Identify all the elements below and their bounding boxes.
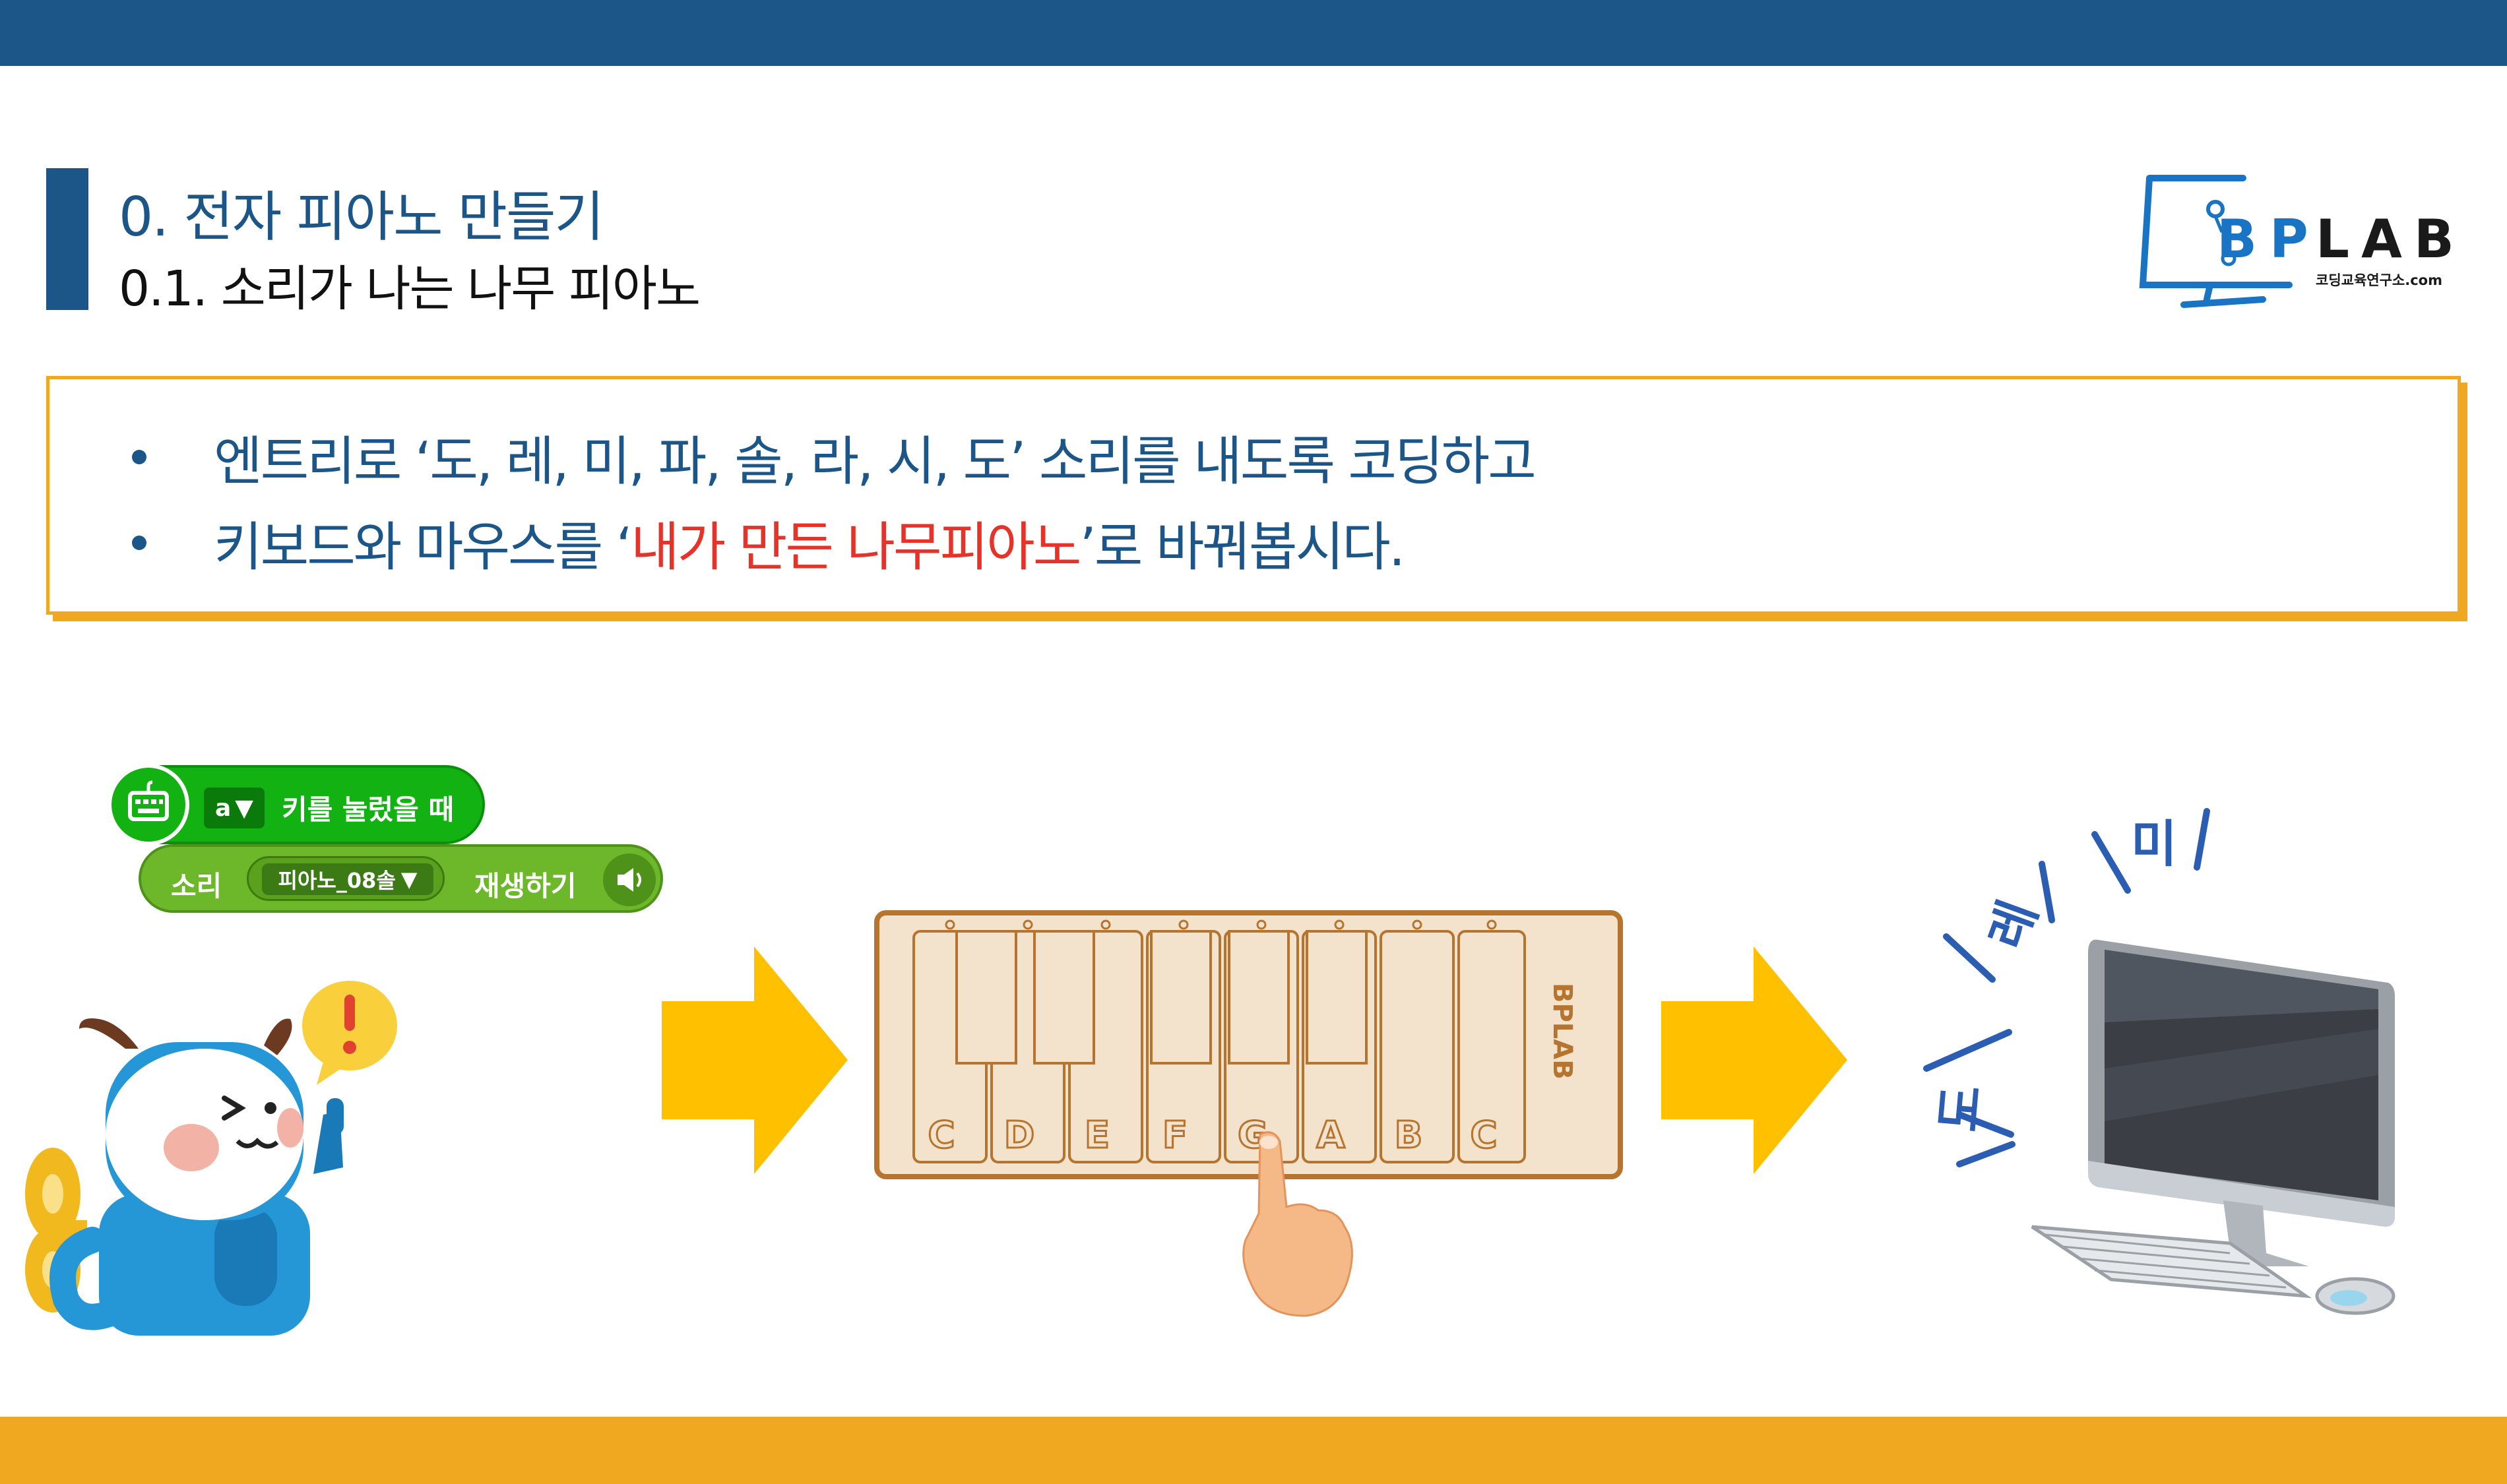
logo-letter-b: B xyxy=(2217,208,2257,270)
bullet-text-prefix: 키보드와 마우스를 ‘ xyxy=(214,516,633,578)
bullet-dot xyxy=(132,536,146,550)
piano-key-label: D xyxy=(1004,1114,1034,1157)
page-subtitle: 0.1. 소리가 나는 나무 피아노 xyxy=(119,261,701,317)
piano-brand: BPLAB xyxy=(1547,983,1577,1080)
piano-key-label: C xyxy=(928,1114,955,1157)
bullet-highlight: 내가 만든 나무피아노 xyxy=(631,516,1081,578)
piano-key-label: F xyxy=(1162,1114,1188,1157)
key-dropdown[interactable]: a ▼ xyxy=(204,788,265,828)
page-title: 0. 전자 피아노 만들기 xyxy=(119,186,604,249)
bottom-bar xyxy=(0,1417,2507,1484)
logo-lab: LAB xyxy=(2316,208,2454,270)
title-accent-bar xyxy=(46,168,88,310)
piano-key-label: C xyxy=(1470,1114,1497,1157)
play-label: 재생하기 xyxy=(474,870,577,902)
event-label: 키를 눌렀을 때 xyxy=(282,793,455,826)
bplab-logo: B P LAB 코딩교육연구소.com xyxy=(2139,175,2454,308)
mascot-robot-image xyxy=(25,981,397,1336)
piano-key-label: B xyxy=(1395,1114,1423,1157)
bullet-text-1: 엔트리로 ‘도, 레, 미, 파, 솔, 라, 시, 도’ 소리를 내도록 코딩… xyxy=(214,431,1537,492)
chevron-down-icon: ▼ xyxy=(235,794,253,822)
sound-label: 소리 xyxy=(171,870,222,902)
sound-dropdown[interactable]: 피아노_08솔 ▼ xyxy=(247,856,445,901)
logo-tagline: 코딩교육연구소.com xyxy=(2316,272,2442,288)
piano-key-label: E xyxy=(1085,1114,1110,1157)
pointing-hand-icon xyxy=(1242,1131,1353,1317)
bullet-item: 키보드와 마우스를 ‘내가 만든 나무피아노’로 바꿔봅시다. xyxy=(49,505,1405,581)
sound-dropdown-value: 피아노_08솔 ▼ xyxy=(262,863,433,895)
bullet-text-suffix: ’로 바꿔봅시다. xyxy=(1079,516,1405,578)
bullet-dot xyxy=(132,450,146,464)
top-bar xyxy=(0,0,2507,66)
sound-value: 피아노_08솔 xyxy=(278,868,396,893)
arrow-right-icon xyxy=(662,946,848,1174)
logo-letter-p: P xyxy=(2269,208,2308,270)
bullet-item: 엔트리로 ‘도, 레, 미, 파, 솔, 라, 시, 도’ 소리를 내도록 코딩… xyxy=(49,419,1537,495)
speaker-icon xyxy=(603,853,656,906)
play-sound-block[interactable]: 소리 피아노_08솔 ▼ 재생하기 xyxy=(139,844,663,913)
arrow-right-icon xyxy=(1661,946,1847,1174)
key-press-event-block[interactable]: a ▼ 키를 눌렀을 때 xyxy=(108,764,485,846)
info-box: 엔트리로 ‘도, 레, 미, 파, 솔, 라, 시, 도’ 소리를 내도록 코딩… xyxy=(46,376,2461,615)
desktop-computer-image xyxy=(2031,939,2396,1315)
chevron-down-icon: ▼ xyxy=(400,867,418,892)
bullet-text-2: 키보드와 마우스를 ‘내가 만든 나무피아노’로 바꿔봅시다. xyxy=(214,505,1405,581)
keyboard-icon xyxy=(108,764,189,846)
key-value: a xyxy=(215,794,232,822)
